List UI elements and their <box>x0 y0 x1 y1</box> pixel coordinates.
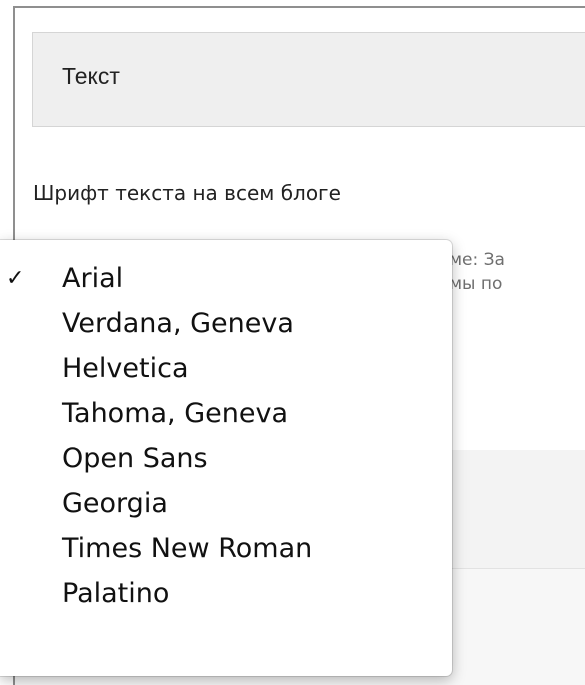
font-option-label: Times New Roman <box>62 533 313 564</box>
font-option-label: Palatino <box>62 578 170 609</box>
font-option-label: Tahoma, Geneva <box>62 398 288 429</box>
font-option-label: Verdana, Geneva <box>62 308 294 339</box>
font-option-georgia[interactable]: Georgia <box>0 481 452 526</box>
font-field-label: Шрифт текста на всем блоге <box>33 181 341 205</box>
checkmark-icon: ✓ <box>6 266 25 291</box>
font-option-label: Georgia <box>62 488 168 519</box>
font-option-tahoma[interactable]: Tahoma, Geneva <box>0 391 452 436</box>
font-option-label: Helvetica <box>62 353 189 384</box>
font-option-arial[interactable]: ✓ Arial <box>0 256 452 301</box>
font-option-open-sans[interactable]: Open Sans <box>0 436 452 481</box>
font-option-verdana[interactable]: Verdana, Geneva <box>0 301 452 346</box>
font-option-label: Open Sans <box>62 443 208 474</box>
font-option-helvetica[interactable]: Helvetica <box>0 346 452 391</box>
font-option-palatino[interactable]: Palatino <box>0 571 452 616</box>
font-option-label: Arial <box>62 263 124 294</box>
section-header-title: Текст <box>62 63 120 89</box>
font-dropdown-menu: ✓ Arial Verdana, Geneva Helvetica Tahoma… <box>0 240 452 676</box>
section-header: Текст <box>32 32 585 127</box>
font-option-times-new-roman[interactable]: Times New Roman <box>0 526 452 571</box>
